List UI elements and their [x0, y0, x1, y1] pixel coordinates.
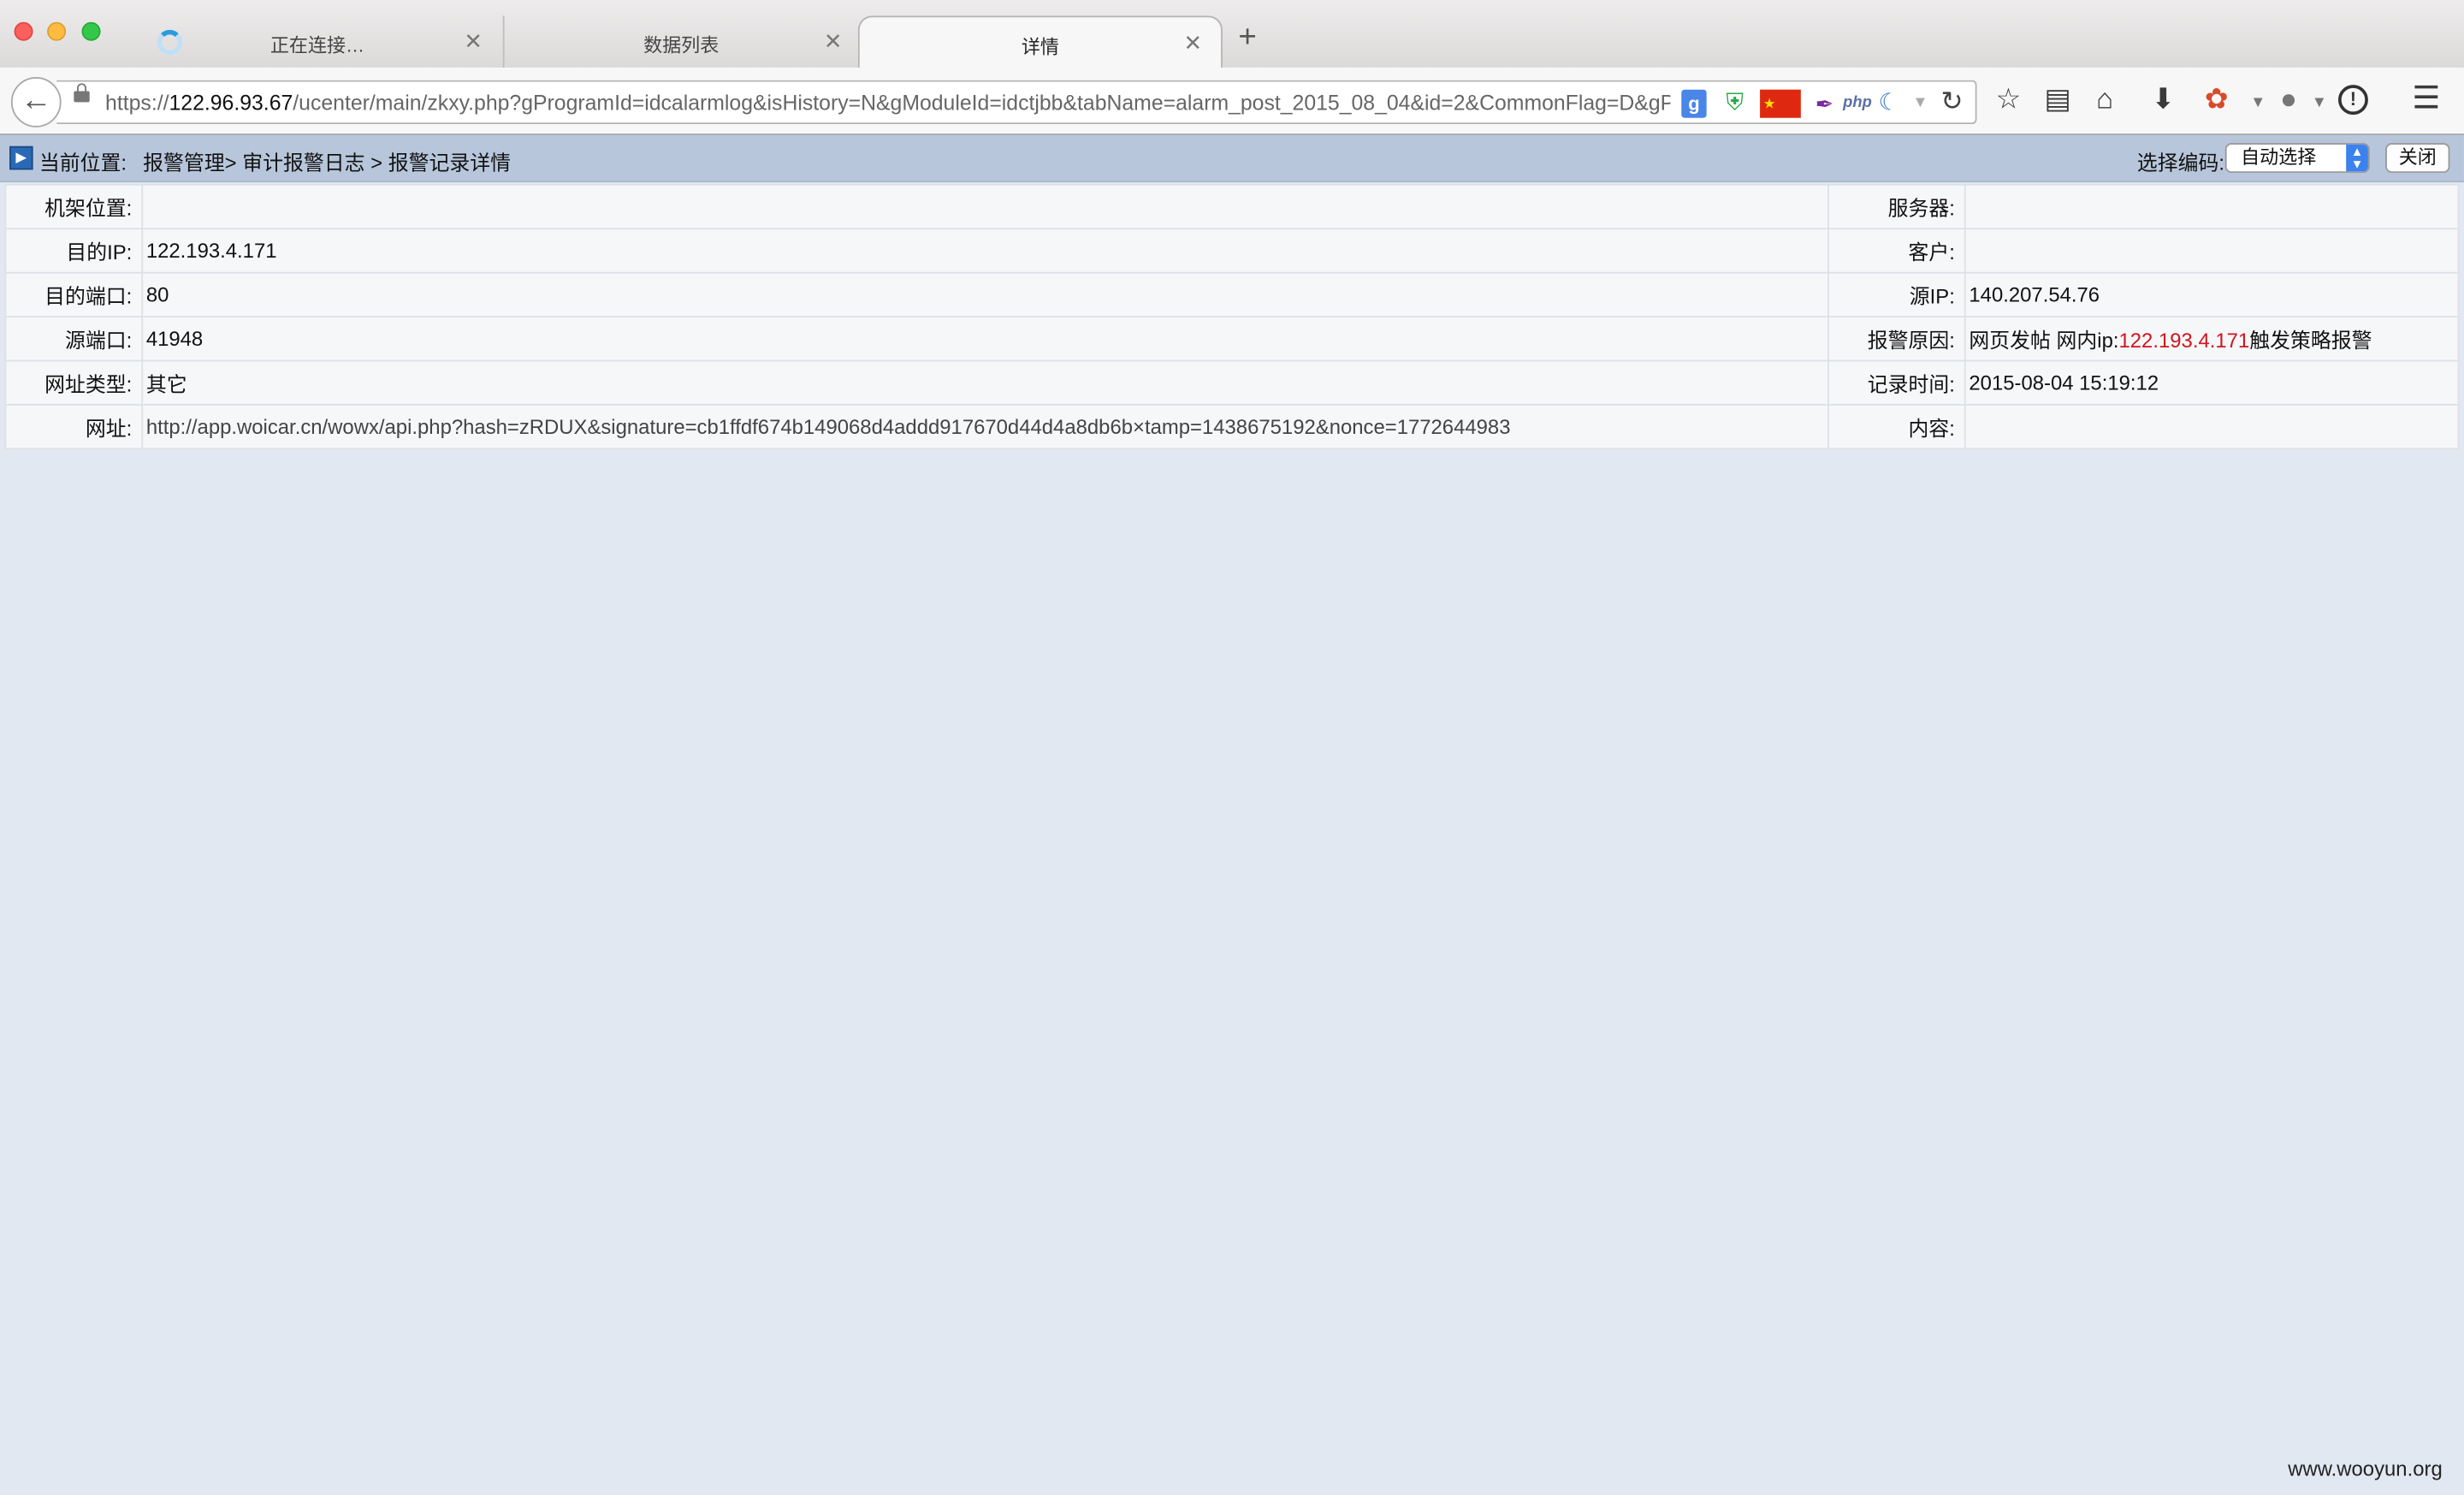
back-arrow-icon: ←: [20, 83, 52, 118]
breadcrumb: 报警管理> 审计报警日志 > 报警记录详情: [143, 151, 511, 175]
content-value: [1964, 404, 2460, 450]
lock-icon: [74, 83, 90, 103]
tab-close-icon[interactable]: ✕: [1184, 30, 1203, 56]
table-row: 网址类型: 其它 记录时间: 2015-08-04 15:19:12: [4, 359, 2460, 406]
record-time-label: 记录时间:: [1827, 359, 1966, 406]
src-ip-value: 140.207.54.76: [1964, 271, 2460, 318]
rack-value: [141, 183, 1829, 230]
src-port-label: 源端口:: [4, 316, 144, 362]
reload-icon[interactable]: ↻: [1940, 86, 1963, 118]
window-zoom-button[interactable]: [81, 21, 101, 41]
server-value: [1964, 183, 2460, 230]
download-icon[interactable]: ⬇: [2151, 83, 2175, 115]
url-bar[interactable]: https://122.96.93.67/ucenter/main/zkxy.p…: [56, 80, 1977, 125]
table-row: 源端口: 41948 报警原因: 网页发帖 网内ip:122.193.4.171…: [4, 316, 2460, 362]
globe-dropdown-icon[interactable]: ▼: [2312, 88, 2327, 120]
customer-label: 客户:: [1827, 228, 1966, 274]
dropdown-triangle-icon[interactable]: ▼: [1912, 90, 1928, 118]
src-ip-label: 源IP:: [1827, 271, 1966, 318]
table-row: 目的端口: 80 源IP: 140.207.54.76: [4, 271, 2460, 318]
dest-ip-value: 122.193.4.171: [141, 228, 1829, 274]
encoding-selected-value: 自动选择: [2241, 145, 2317, 169]
browser-titlebar: 正在连接… ✕ 数据列表 ✕ 详情 ✕ +: [0, 0, 2464, 69]
page-header-bar: ▶ 当前位置: 报警管理> 审计报警日志 > 报警记录详情 选择编码: 自动选择…: [0, 134, 2464, 183]
tab-label: 正在连接…: [270, 34, 365, 57]
watermark-text: www.wooyun.org: [2288, 1456, 2443, 1481]
alarm-detail-table: 机架位置: 服务器: 目的IP: 122.193.4.171 客户: 目的端口:…: [4, 183, 2460, 450]
url-scheme: https://: [105, 91, 169, 116]
shield-extension-icon[interactable]: ⛨: [1722, 90, 1747, 118]
select-arrows-icon: ▲ ▼: [2346, 144, 2368, 172]
content-label: 内容:: [1827, 404, 1966, 450]
url-type-label: 网址类型:: [4, 359, 144, 406]
record-time-value: 2015-08-04 15:19:12: [1964, 359, 2460, 406]
url-path: /ucenter/main/zkxy.php?gProgramId=idcala…: [293, 91, 1671, 116]
alarm-reason-ip: 122.193.4.171: [2118, 328, 2250, 353]
bookmark-star-icon[interactable]: ☆: [1996, 83, 2022, 115]
china-flag-icon[interactable]: ★: [1760, 89, 1801, 118]
info-icon[interactable]: !: [2338, 85, 2368, 116]
tab-details[interactable]: 详情 ✕: [857, 15, 1223, 68]
tab-label: 详情: [1021, 36, 1059, 58]
encoding-label: 选择编码:: [2136, 151, 2225, 175]
dest-ip-label: 目的IP:: [4, 228, 144, 274]
url-text[interactable]: https://122.96.93.67/ucenter/main/zkxy.p…: [105, 92, 1670, 116]
php-extension-icon[interactable]: php: [1842, 90, 1874, 118]
tab-label: 数据列表: [643, 34, 720, 57]
tab-close-icon[interactable]: ✕: [464, 28, 483, 55]
location-icon: ▶: [9, 145, 33, 170]
back-button[interactable]: ←: [10, 76, 62, 128]
moon-extension-icon[interactable]: ☾: [1876, 90, 1901, 118]
customer-value: [1964, 228, 2460, 274]
dest-port-value: 80: [141, 271, 1829, 318]
url-label: 网址:: [4, 404, 144, 450]
addon-dropdown-icon[interactable]: ▼: [2250, 88, 2266, 120]
table-row: 机架位置: 服务器:: [4, 183, 2460, 230]
location-label: 当前位置:: [38, 151, 127, 175]
url-host: 122.96.93.67: [169, 91, 293, 116]
url-type-value: 其它: [141, 359, 1829, 406]
window-close-button[interactable]: [14, 21, 33, 41]
globe-icon[interactable]: ●: [2280, 83, 2297, 115]
table-row: 网址: http://app.woicar.cn/wowx/api.php?ha…: [4, 404, 2460, 450]
close-button[interactable]: 关闭: [2385, 143, 2450, 174]
reading-list-icon[interactable]: ▤: [2045, 83, 2071, 115]
table-row: 目的IP: 122.193.4.171 客户:: [4, 228, 2460, 274]
window-minimize-button[interactable]: [47, 21, 67, 41]
encoding-select[interactable]: 自动选择 ▲ ▼: [2224, 143, 2370, 174]
home-icon[interactable]: ⌂: [2096, 83, 2113, 115]
new-tab-icon[interactable]: +: [1238, 22, 1256, 54]
alarm-reason-suffix: 触发策略报警: [2249, 328, 2372, 353]
rack-label: 机架位置:: [4, 183, 144, 230]
hamburger-menu-icon[interactable]: ☰: [2412, 83, 2440, 115]
alarm-reason-value: 网页发帖 网内ip:122.193.4.171触发策略报警: [1964, 316, 2460, 362]
feather-extension-icon[interactable]: ✒: [1810, 90, 1839, 118]
tab-data-list[interactable]: 数据列表 ✕: [502, 15, 858, 68]
google-extension-icon[interactable]: g: [1681, 89, 1707, 118]
dest-port-label: 目的端口:: [4, 271, 144, 318]
alarm-reason-label: 报警原因:: [1827, 316, 1966, 362]
tab-connecting[interactable]: 正在连接… ✕: [133, 15, 501, 68]
server-label: 服务器:: [1827, 183, 1966, 230]
addon-icon[interactable]: ✿: [2205, 83, 2229, 115]
url-value: http://app.woicar.cn/wowx/api.php?hash=z…: [141, 404, 1829, 450]
src-port-value: 41948: [141, 316, 1829, 362]
tab-close-icon[interactable]: ✕: [824, 28, 843, 55]
navigation-bar: https://122.96.93.67/ucenter/main/zkxy.p…: [0, 67, 2464, 135]
alarm-reason-prefix: 网页发帖 网内ip:: [1969, 328, 2119, 353]
